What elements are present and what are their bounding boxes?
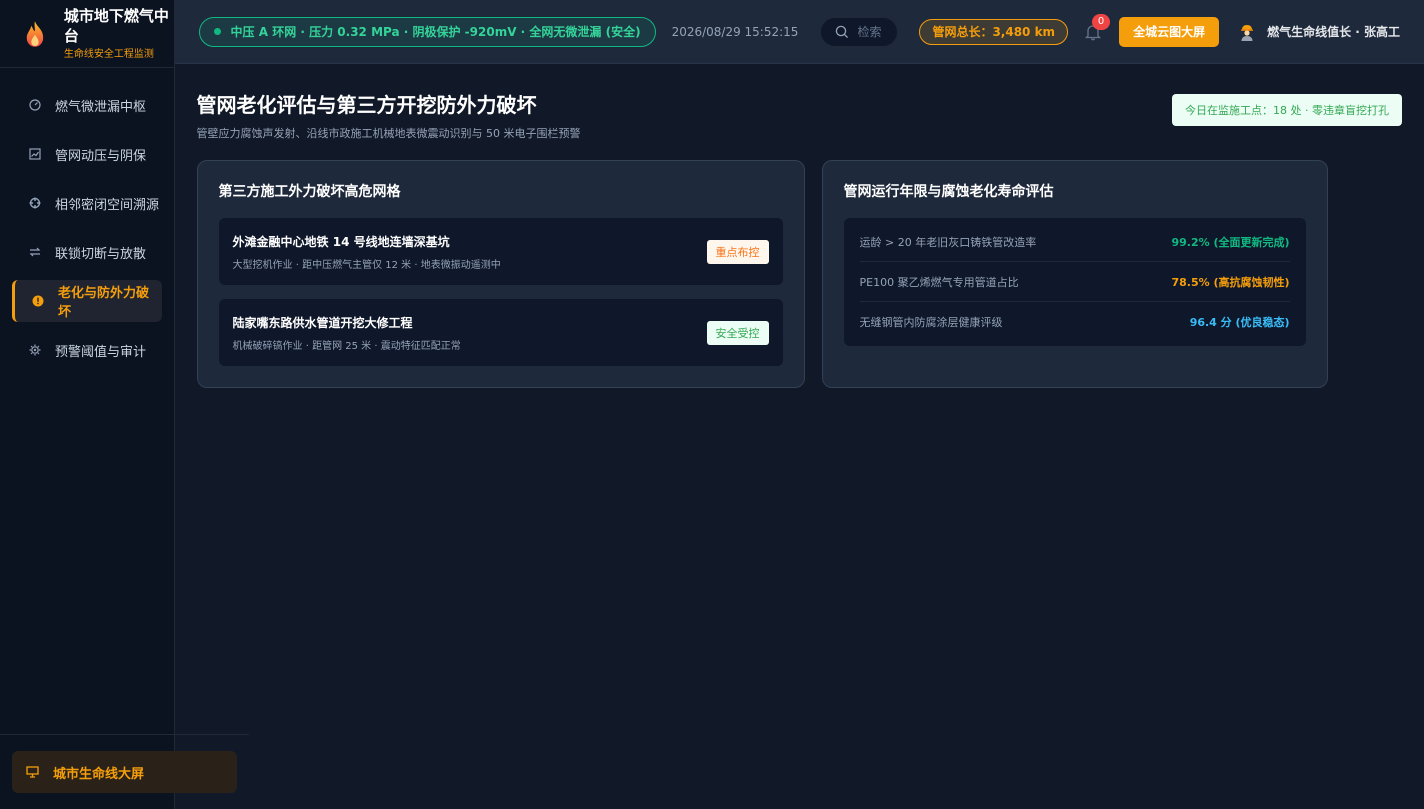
sidebar-item-label: 管网动压与阴保 — [55, 148, 147, 164]
sidebar-item-pressure[interactable]: 管网动压与阴保 — [12, 133, 162, 175]
sidebar: 城市地下燃气中台 生命线安全工程监测 燃气微泄漏中枢 管网动压与阴保 相邻密闭空… — [0, 0, 249, 809]
metric-label: PE100 聚乙烯燃气专用管道占比 — [859, 275, 1019, 289]
metric-value: 78.5% (高抗腐蚀韧性) — [1171, 275, 1290, 289]
search-icon — [836, 25, 849, 38]
sidebar-item-aging[interactable]: 老化与防外力破坏 — [12, 280, 162, 322]
network-status-text: 中压 A 环网 · 压力 0.32 MPa · 阴极保护 -920mV · 全网… — [230, 25, 641, 39]
construction-risk-card: 第三方施工外力破坏高危网格 外滩金融中心地铁 14 号线地连墙深基坑 大型挖机作… — [196, 160, 805, 388]
sidebar-item-label: 联锁切断与放散 — [55, 246, 147, 262]
sidebar-item-cutoff[interactable]: 联锁切断与放散 — [12, 231, 162, 273]
card-title: 管网运行年限与腐蚀老化寿命评估 — [843, 184, 1054, 200]
app-root: 城市地下燃气中台 生命线安全工程监测 燃气微泄漏中枢 管网动压与阴保 相邻密闭空… — [0, 0, 1424, 809]
status-dot-icon — [213, 28, 221, 35]
main: 中压 A 环网 · 压力 0.32 MPa · 阴极保护 -920mV · 全网… — [174, 0, 1424, 809]
sidebar-item-trace[interactable]: 相邻密闭空间溯源 — [12, 182, 162, 224]
sidebar-footer: 城市生命线大屏 — [0, 734, 249, 809]
metric-value: 96.4 分 (优良稳态) — [1189, 316, 1290, 329]
metrics-list: 运龄 > 20 年老旧灰口铸铁管改造率 99.2% (全面更新完成) PE100… — [843, 218, 1306, 346]
list-item[interactable]: 外滩金融中心地铁 14 号线地连墙深基坑 大型挖机作业 · 距中压燃气主管仅 1… — [218, 218, 783, 285]
user-menu[interactable]: 燃气生命线值长 · 张高工 — [1239, 23, 1400, 41]
notification-count-badge: 0 — [1092, 13, 1111, 30]
page-title: 管网老化评估与第三方开挖防外力破坏 — [196, 93, 537, 117]
sidebar-item-label: 相邻密闭空间溯源 — [55, 197, 160, 213]
sidebar-item-leak-hub[interactable]: 燃气微泄漏中枢 — [12, 84, 162, 126]
brand-title: 城市地下燃气中台 — [63, 6, 169, 45]
user-name: 燃气生命线值长 · 张高工 — [1267, 25, 1400, 39]
site-name: 陆家嘴东路供水管道开挖大修工程 — [232, 315, 413, 330]
search-box[interactable] — [820, 16, 899, 47]
datetime: 2026/08/29 15:52:15 — [671, 24, 799, 39]
search-input[interactable] — [857, 24, 894, 39]
gear-icon — [28, 343, 42, 357]
lifeline-screen-label: 城市生命线大屏 — [53, 766, 145, 782]
aging-assessment-card: 管网运行年限与腐蚀老化寿命评估 运龄 > 20 年老旧灰口铸铁管改造率 99.2… — [821, 160, 1328, 388]
cards-row: 第三方施工外力破坏高危网格 外滩金融中心地铁 14 号线地连墙深基坑 大型挖机作… — [196, 160, 1402, 388]
list-item[interactable]: 陆家嘴东路供水管道开挖大修工程 机械破碎镐作业 · 距管网 25 米 · 震动特… — [218, 299, 783, 366]
metric-row: 运龄 > 20 年老旧灰口铸铁管改造率 99.2% (全面更新完成) — [859, 222, 1290, 262]
metric-row: PE100 聚乙烯燃气专用管道占比 78.5% (高抗腐蚀韧性) — [859, 262, 1290, 302]
network-status-pill: 中压 A 环网 · 压力 0.32 MPa · 阴极保护 -920mV · 全网… — [198, 16, 656, 47]
notification-button[interactable]: 0 — [1084, 13, 1111, 41]
sidebar-item-label: 老化与防外力破坏 — [57, 286, 149, 320]
alert-icon — [31, 294, 45, 308]
brand: 城市地下燃气中台 生命线安全工程监测 — [0, 0, 174, 68]
metric-row: 无缝钢管内防腐涂层健康评级 96.4 分 (优良稳态) — [860, 302, 1290, 342]
status-badge: 安全受控 — [706, 320, 769, 345]
flame-icon — [26, 20, 44, 47]
card-title: 第三方施工外力破坏高危网格 — [218, 184, 401, 200]
site-name: 外滩金融中心地铁 14 号线地连墙深基坑 — [232, 234, 450, 249]
brand-subtitle: 生命线安全工程监测 — [63, 48, 154, 60]
lifeline-screen-button[interactable]: 城市生命线大屏 — [12, 751, 237, 793]
sidebar-item-label: 预警阈值与审计 — [55, 344, 147, 360]
topbar: 中压 A 环网 · 压力 0.32 MPa · 阴极保护 -920mV · 全网… — [174, 0, 1424, 64]
page-subtitle: 管壁应力腐蚀声发射、沿线市政施工机械地表微震动识别与 50 米电子围栏预警 — [196, 127, 581, 140]
chart-icon — [28, 147, 42, 161]
city-bigscreen-button[interactable]: 全城云图大屏 — [1119, 16, 1220, 47]
sidebar-item-label: 燃气微泄漏中枢 — [55, 99, 147, 115]
page-header: 管网老化评估与第三方开挖防外力破坏 管壁应力腐蚀声发射、沿线市政施工机械地表微震… — [197, 88, 1402, 141]
gauge-icon — [28, 98, 42, 112]
metric-label: 无缝钢管内防腐涂层健康评级 — [859, 316, 1003, 329]
sidebar-nav: 燃气微泄漏中枢 管网动压与阴保 相邻密闭空间溯源 联锁切断与放散 老化与防外力破… — [0, 68, 174, 378]
metric-label: 运龄 > 20 年老旧灰口铸铁管改造率 — [859, 235, 1037, 249]
switch-icon — [28, 245, 42, 259]
content: 管网老化评估与第三方开挖防外力破坏 管壁应力腐蚀声发射、沿线市政施工机械地表微震… — [174, 64, 1424, 809]
metric-value: 99.2% (全面更新完成) — [1171, 235, 1290, 249]
status-badge: 重点布控 — [706, 239, 769, 264]
site-description: 机械破碎镐作业 · 距管网 25 米 · 震动特征匹配正常 — [232, 340, 461, 352]
monitor-icon — [26, 766, 39, 778]
site-description: 大型挖机作业 · 距中压燃气主管仅 12 米 · 地表微振动遥测中 — [232, 259, 501, 271]
worker-avatar-icon — [1241, 24, 1254, 41]
crosshair-icon — [28, 196, 42, 210]
pipe-length-badge: 管网总长：3,480 km — [919, 18, 1069, 45]
sidebar-item-threshold[interactable]: 预警阈值与审计 — [12, 329, 162, 371]
monitor-summary-badge: 今日在监施工点：18 处 · 零违章盲挖打孔 — [1172, 94, 1402, 126]
